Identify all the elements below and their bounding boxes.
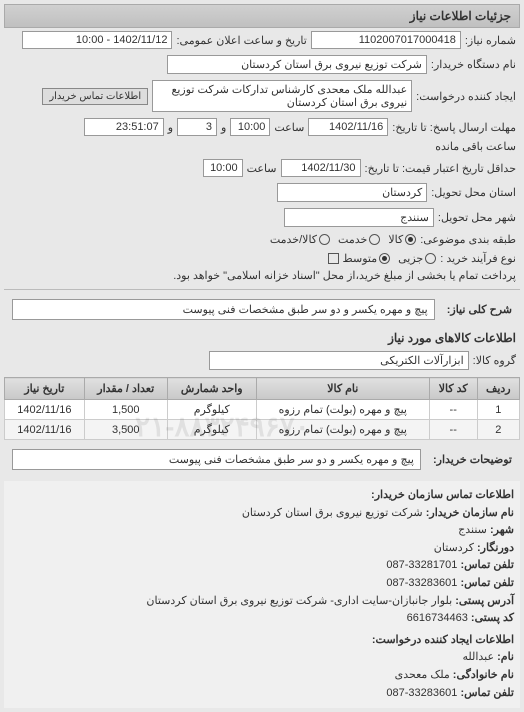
c-cphone-label: تلفن تماس:	[460, 687, 514, 699]
c-city: سنندج	[458, 524, 487, 536]
province-field: کردستان	[277, 183, 427, 202]
c-phone-label: تلفن تماس:	[460, 559, 514, 571]
c-fname: عبدالله	[462, 651, 494, 663]
desc-field: پیچ و مهره یکسر و دو سر طبق مشخصات فنی پ…	[12, 299, 435, 320]
c-lname: ملک معحدی	[395, 669, 450, 681]
treasury-checkbox[interactable]	[328, 253, 339, 264]
panel-header: جزئیات اطلاعات نیاز	[4, 4, 520, 28]
cell-code: --	[429, 400, 477, 420]
contact-section: اطلاعات تماس سازمان خریدار: نام سازمان خ…	[4, 481, 520, 708]
proc-note: پرداخت تمام یا بخشی از مبلغ خرید،از محل …	[173, 269, 516, 282]
c-city-label: شهر:	[490, 524, 514, 536]
announce-field: 1402/11/12 - 10:00	[22, 31, 172, 49]
type-label: طبقه بندی موضوعی:	[420, 233, 516, 246]
c-fname-label: نام:	[497, 651, 514, 663]
validity-label: حداقل تاریخ اعتبار قیمت: تا تاریخ:	[365, 162, 516, 175]
items-table: ردیف کد کالا نام کالا واحد شمارش تعداد /…	[4, 377, 520, 440]
c-addr-label: آدرس پستی:	[455, 595, 514, 607]
th-unit: واحد شمارش	[167, 378, 256, 400]
c-lname-label: نام خانوادگی:	[453, 669, 514, 681]
org-label: نام دستگاه خریدار:	[431, 58, 516, 71]
type-mixed-radio[interactable]	[319, 234, 330, 245]
type-service-radio[interactable]	[369, 234, 380, 245]
th-qty: تعداد / مقدار	[84, 378, 167, 400]
validity-date-field: 1402/11/30	[281, 159, 361, 177]
proc-partial-radio[interactable]	[425, 253, 436, 264]
creator-section-title: اطلاعات ایجاد کننده درخواست:	[372, 634, 514, 646]
cell-qty: 1,500	[84, 400, 167, 420]
creator-label: ایجاد کننده درخواست:	[416, 90, 516, 103]
time-label-2: ساعت	[247, 162, 277, 175]
proc-radio-group: جزیی متوسط	[343, 252, 437, 265]
buyer-contact-button[interactable]: اطلاعات تماس خریدار	[42, 88, 148, 105]
c-org-label: نام سازمان خریدار:	[426, 507, 514, 519]
deadline-date-field: 1402/11/16	[308, 118, 388, 136]
buyer-notes-field: پیچ و مهره یکسر و دو سر طبق مشخصات فنی پ…	[12, 449, 421, 470]
c-phone: 33281701-087	[386, 559, 457, 571]
cell-unit: کیلوگرم	[167, 420, 256, 440]
remain-suffix: ساعت باقی مانده	[435, 140, 516, 153]
proc-mid-label: متوسط	[343, 252, 378, 265]
items-section-title: اطلاعات کالاهای مورد نیاز	[4, 325, 520, 348]
type-goods-label: کالا	[388, 233, 403, 246]
cell-unit: کیلوگرم	[167, 400, 256, 420]
c-addr: بلوار جانبازان-سایت اداری- شرکت توزیع نی…	[146, 595, 452, 607]
deadline-label: مهلت ارسال پاسخ: تا تاریخ:	[392, 121, 516, 134]
group-field: ابزارآلات الکتریکی	[209, 351, 469, 370]
table-row[interactable]: 1 -- پیچ و مهره (بولت) تمام رزوه کیلوگرم…	[5, 400, 520, 420]
c-post: 6616734463	[407, 612, 468, 624]
cell-qty: 3,500	[84, 420, 167, 440]
cell-date: 1402/11/16	[5, 420, 85, 440]
time-label-1: ساعت	[274, 121, 304, 134]
c-cphone: 33283601-087	[386, 687, 457, 699]
th-name: نام کالا	[256, 378, 429, 400]
cell-code: --	[429, 420, 477, 440]
proc-label: نوع فرآیند خرید :	[440, 252, 516, 265]
group-label: گروه کالا:	[473, 354, 516, 367]
announce-label: تاریخ و ساعت اعلان عمومی:	[176, 34, 306, 47]
buyer-notes-label: توضیحات خریدار:	[429, 449, 516, 470]
desc-label: شرح کلی نیاز:	[443, 299, 516, 320]
validity-time-field: 10:00	[203, 159, 243, 177]
cell-row: 2	[477, 420, 519, 440]
contact-title: اطلاعات تماس سازمان خریدار:	[371, 489, 514, 501]
type-service-label: خدمت	[338, 233, 367, 246]
city-field: سنندج	[284, 208, 434, 227]
cell-date: 1402/11/16	[5, 400, 85, 420]
province-label: استان محل تحویل:	[431, 186, 516, 199]
type-mixed-label: کالا/خدمت	[270, 233, 317, 246]
and-label-2: و	[168, 121, 173, 134]
c-prov: کردستان	[434, 542, 474, 554]
req-no-field: 1102007017000418	[311, 31, 461, 49]
cell-row: 1	[477, 400, 519, 420]
c-post-label: کد پستی:	[471, 612, 514, 624]
th-date: تاریخ نیاز	[5, 378, 85, 400]
type-radio-group: کالا خدمت کالا/خدمت	[270, 233, 416, 246]
c-fax-label: تلفن تماس:	[460, 577, 514, 589]
c-prov-label: دورنگار:	[477, 542, 514, 554]
table-row[interactable]: 2 -- پیچ و مهره (بولت) تمام رزوه کیلوگرم…	[5, 420, 520, 440]
creator-field: عبدالله ملک معحدی کارشناس تدارکات شرکت ت…	[152, 80, 412, 112]
city-label: شهر محل تحویل:	[438, 211, 516, 224]
and-label: و	[221, 121, 226, 134]
cell-name: پیچ و مهره (بولت) تمام رزوه	[256, 400, 429, 420]
org-field: شرکت توزیع نیروی برق استان کردستان	[167, 55, 427, 74]
proc-partial-label: جزیی	[398, 252, 423, 265]
th-row: ردیف	[477, 378, 519, 400]
deadline-time-field: 10:00	[230, 118, 270, 136]
remain-days-field: 3	[177, 118, 217, 136]
req-no-label: شماره نیاز:	[465, 34, 516, 47]
type-goods-radio[interactable]	[405, 234, 416, 245]
c-fax: 33283601-087	[386, 577, 457, 589]
th-code: کد کالا	[429, 378, 477, 400]
remain-time-field: 23:51:07	[84, 118, 164, 136]
cell-name: پیچ و مهره (بولت) تمام رزوه	[256, 420, 429, 440]
c-org: شرکت توزیع نیروی برق استان کردستان	[242, 507, 423, 519]
proc-mid-radio[interactable]	[379, 253, 390, 264]
